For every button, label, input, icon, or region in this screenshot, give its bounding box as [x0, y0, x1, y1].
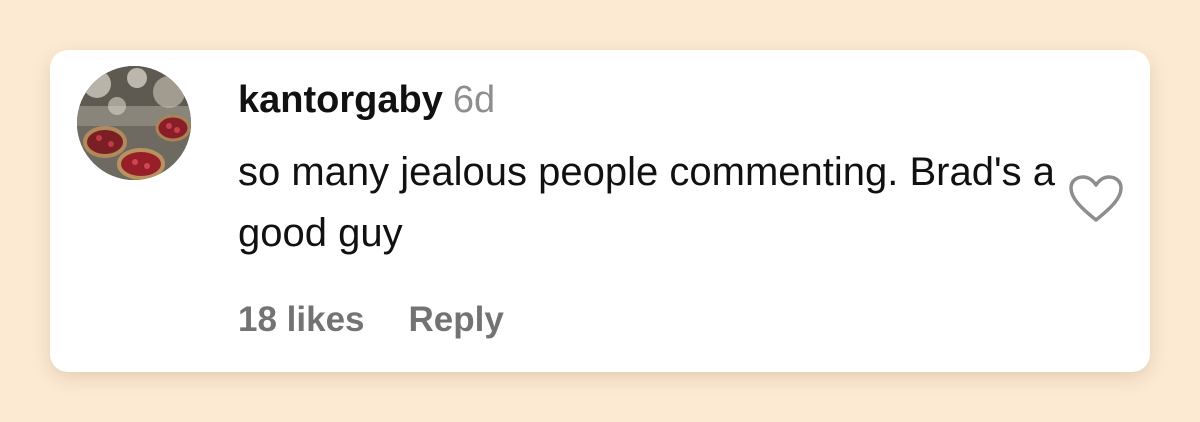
- reply-button[interactable]: Reply: [409, 300, 504, 339]
- comment-card: kantorgaby 6d so many jealous people comm…: [50, 50, 1150, 372]
- username[interactable]: kantorgaby: [238, 79, 443, 121]
- comment-actions: 18 likes Reply: [238, 298, 504, 342]
- heart-icon: [1069, 175, 1123, 222]
- like-button[interactable]: [1068, 174, 1124, 224]
- avatar[interactable]: [77, 66, 191, 180]
- comment-text: so many jealous people commenting. Brad'…: [238, 150, 1055, 255]
- avatar-image: [77, 66, 191, 180]
- comment-header: kantorgaby 6d: [238, 76, 495, 124]
- timestamp: 6d: [452, 79, 496, 121]
- likes-count[interactable]: 18 likes: [238, 300, 365, 339]
